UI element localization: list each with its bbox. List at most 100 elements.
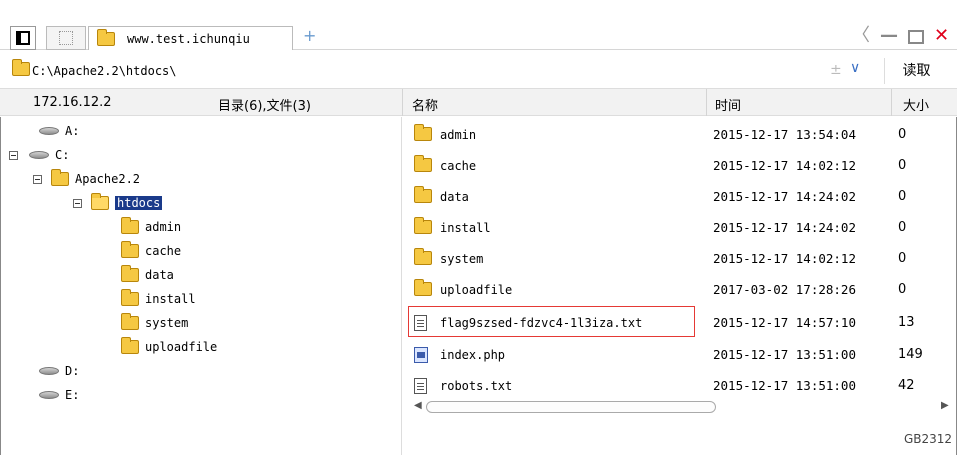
file-size: 42 xyxy=(898,378,915,393)
encoding-status[interactable]: GB2312 xyxy=(904,432,952,446)
file-size: 0 xyxy=(898,282,907,297)
plus-minus-button[interactable]: ± xyxy=(830,62,842,78)
file-size: 0 xyxy=(898,220,907,235)
file-time: 2015-12-17 14:02:12 xyxy=(713,251,856,266)
folder-icon xyxy=(121,265,139,282)
file-time: 2015-12-17 14:57:10 xyxy=(713,315,856,330)
tree-data[interactable]: data xyxy=(121,265,174,285)
scroll-left-icon[interactable]: ◀ xyxy=(414,400,422,411)
tree-install[interactable]: install xyxy=(121,289,196,309)
blank-page-icon xyxy=(59,31,73,45)
file-row[interactable]: uploadfile 2017-03-02 17:28:26 0 xyxy=(402,274,957,305)
tree-drive-c[interactable]: C: xyxy=(9,145,69,165)
tree-htdocs[interactable]: htdocs xyxy=(73,193,163,213)
column-time[interactable]: 时间 xyxy=(715,95,741,114)
file-row[interactable]: index.php 2015-12-17 13:51:00 149 xyxy=(402,339,957,370)
minimize-button[interactable]: — xyxy=(880,26,898,46)
file-name: robots.txt xyxy=(440,378,513,393)
blank-tab[interactable] xyxy=(46,26,86,50)
tree-label-selected: htdocs xyxy=(115,196,163,210)
text-file-icon xyxy=(414,378,427,394)
drive-icon xyxy=(39,391,59,399)
text-file-icon xyxy=(414,315,427,331)
tree-label: cache xyxy=(145,244,182,258)
tree-cache[interactable]: cache xyxy=(121,241,181,261)
horizontal-scrollbar[interactable]: ◀ ▶ xyxy=(408,400,953,414)
host-ip: 172.16.12.2 xyxy=(33,95,112,110)
directory-tree: A: C: Apache2.2 htdocs admin cache data … xyxy=(0,117,402,455)
file-row[interactable]: install 2015-12-17 14:24:02 0 xyxy=(402,212,957,243)
tree-label: system xyxy=(145,316,189,330)
folder-icon xyxy=(51,169,69,186)
tree-label: D: xyxy=(65,364,80,378)
tree-label: uploadfile xyxy=(145,340,218,354)
folder-icon xyxy=(414,155,432,172)
folder-icon xyxy=(121,217,139,234)
column-name[interactable]: 名称 xyxy=(412,95,438,114)
tree-label: C: xyxy=(55,148,70,162)
folder-icon xyxy=(97,28,115,46)
tree-drive-a[interactable]: A: xyxy=(39,121,79,141)
file-row[interactable]: system 2015-12-17 14:02:12 0 xyxy=(402,243,957,274)
directory-summary: 目录(6),文件(3) xyxy=(218,99,311,114)
close-button[interactable]: ✕ xyxy=(934,26,949,46)
tree-label: install xyxy=(145,292,196,306)
file-size: 0 xyxy=(898,251,907,266)
drive-icon xyxy=(29,151,49,159)
file-name: cache xyxy=(440,158,477,173)
folder-icon xyxy=(12,59,30,76)
file-row[interactable]: admin 2015-12-17 13:54:04 0 xyxy=(402,119,957,150)
folder-icon xyxy=(414,186,432,203)
file-time: 2015-12-17 13:51:00 xyxy=(713,378,856,393)
file-time: 2015-12-17 13:54:04 xyxy=(713,127,856,142)
file-time: 2015-12-17 14:24:02 xyxy=(713,189,856,204)
file-size: 0 xyxy=(898,189,907,204)
collapse-icon[interactable] xyxy=(33,174,42,184)
file-time: 2015-12-17 14:24:02 xyxy=(713,220,856,235)
column-size[interactable]: 大小 xyxy=(903,95,929,114)
file-row-flag[interactable]: flag9szsed-fdzvc4-1l3iza.txt 2015-12-17 … xyxy=(402,306,957,338)
tree-label: Apache2.2 xyxy=(75,172,141,186)
tab-bar: www.test.ichunqiu + 〈 — ✕ xyxy=(0,0,957,50)
path-dropdown-button[interactable]: ∨ xyxy=(850,60,860,76)
tree-apache[interactable]: Apache2.2 xyxy=(33,169,140,189)
scroll-thumb[interactable] xyxy=(426,401,716,413)
file-size: 149 xyxy=(898,347,923,362)
collapse-icon[interactable] xyxy=(73,198,82,208)
file-time: 2015-12-17 13:51:00 xyxy=(713,347,856,362)
file-name: admin xyxy=(440,127,477,142)
file-row[interactable]: robots.txt 2015-12-17 13:51:00 42 xyxy=(402,370,957,401)
php-file-icon xyxy=(414,347,428,363)
file-row[interactable]: data 2015-12-17 14:24:02 0 xyxy=(402,181,957,212)
scroll-right-icon[interactable]: ▶ xyxy=(941,400,949,411)
file-row[interactable]: cache 2015-12-17 14:02:12 0 xyxy=(402,150,957,181)
tree-label: data xyxy=(145,268,174,282)
tree-drive-d[interactable]: D: xyxy=(39,361,79,381)
file-name: install xyxy=(440,220,491,235)
file-name: data xyxy=(440,189,469,204)
maximize-button[interactable] xyxy=(908,30,924,44)
folder-icon xyxy=(414,217,432,234)
drive-icon xyxy=(39,367,59,375)
file-name: flag9szsed-fdzvc4-1l3iza.txt xyxy=(440,315,643,330)
folder-icon xyxy=(414,124,432,141)
new-tab-button[interactable]: + xyxy=(303,26,316,45)
address-bar: C:\Apache2.2\htdocs\ ± ∨ 读取 xyxy=(0,58,957,86)
layout-toggle-button[interactable] xyxy=(10,26,36,50)
tree-admin[interactable]: admin xyxy=(121,217,181,237)
file-size: 0 xyxy=(898,127,907,142)
read-button[interactable]: 读取 xyxy=(884,58,948,84)
back-chevron-icon[interactable]: 〈 xyxy=(852,26,870,46)
tree-system[interactable]: system xyxy=(121,313,188,333)
file-time: 2015-12-17 14:02:12 xyxy=(713,158,856,173)
path-input[interactable]: C:\Apache2.2\htdocs\ xyxy=(32,64,177,78)
file-name: uploadfile xyxy=(440,282,513,297)
tree-label: admin xyxy=(145,220,182,234)
tree-drive-e[interactable]: E: xyxy=(39,385,79,405)
collapse-icon[interactable] xyxy=(9,150,18,160)
folder-icon xyxy=(414,279,432,296)
folder-icon xyxy=(414,248,432,265)
tree-uploadfile[interactable]: uploadfile xyxy=(121,337,217,357)
tree-label: E: xyxy=(65,388,80,402)
tab-www-test-ichunqiu[interactable]: www.test.ichunqiu xyxy=(88,26,293,50)
